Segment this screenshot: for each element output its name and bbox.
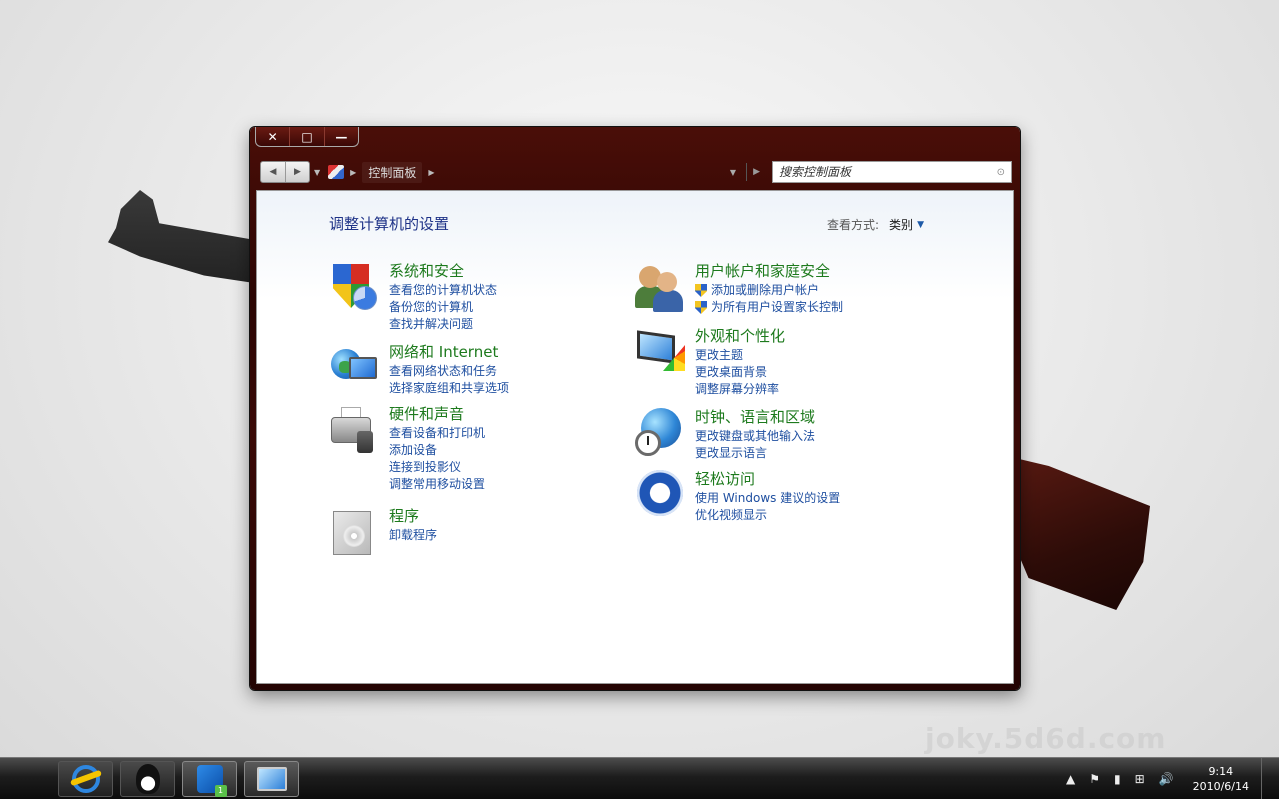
category-title[interactable]: 程序 — [389, 507, 437, 526]
category-link[interactable]: 更改桌面背景 — [695, 364, 785, 381]
search-icon[interactable]: ⊙ — [997, 167, 1005, 178]
security-shield-icon[interactable] — [329, 262, 381, 314]
category-clock-language: 时钟、语言和区域 更改键盘或其他输入法 更改显示语言 — [635, 408, 815, 462]
messenger-icon: 1 — [196, 765, 227, 797]
control-panel-icon — [328, 165, 345, 179]
ease-of-access-icon[interactable] — [635, 470, 687, 522]
category-link-admin[interactable]: 添加或删除用户帐户 — [695, 282, 843, 299]
category-appearance: 外观和个性化 更改主题 更改桌面背景 调整屏幕分辨率 — [635, 327, 785, 398]
category-hardware-sound: 硬件和声音 查看设备和打印机 添加设备 连接到投影仪 调整常用移动设置 — [329, 405, 485, 493]
category-link[interactable]: 查找并解决问题 — [389, 316, 497, 333]
category-title[interactable]: 外观和个性化 — [695, 327, 785, 346]
category-link[interactable]: 备份您的计算机 — [389, 299, 497, 316]
maximize-button[interactable]: □ — [289, 127, 323, 146]
forward-button[interactable]: ▶ — [285, 162, 309, 182]
category-link-admin[interactable]: 为所有用户设置家长控制 — [695, 299, 843, 316]
show-hidden-icons-icon[interactable]: ▲ — [1066, 772, 1075, 786]
category-programs: 程序 卸载程序 — [329, 507, 437, 559]
watermark-text: joky.5d6d.com — [925, 722, 1167, 755]
users-icon[interactable] — [635, 262, 687, 314]
action-center-flag-icon[interactable]: ⚑ — [1089, 772, 1100, 786]
view-by-label: 查看方式: — [827, 218, 880, 232]
recent-pages-dropdown[interactable]: ▼ — [314, 168, 320, 177]
system-tray: ▲ ⚑ ▮ ⊞ 🔊 9:14 2010/6/14 — [1059, 758, 1269, 799]
category-title[interactable]: 时钟、语言和区域 — [695, 408, 815, 427]
network-icon[interactable]: ⊞ — [1135, 772, 1145, 786]
category-link[interactable]: 使用 Windows 建议的设置 — [695, 490, 840, 507]
category-link[interactable]: 查看设备和打印机 — [389, 425, 485, 442]
category-link[interactable]: 查看您的计算机状态 — [389, 282, 497, 299]
chevron-down-icon[interactable]: ▼ — [917, 220, 924, 230]
category-user-accounts: 用户帐户和家庭安全 添加或删除用户帐户 为所有用户设置家长控制 — [635, 262, 843, 316]
wallpaper-rifle-stock — [1015, 458, 1150, 610]
wallpaper-rifle-barrel — [108, 190, 268, 285]
internet-explorer-icon — [71, 765, 100, 793]
show-desktop-button[interactable] — [1261, 758, 1269, 799]
taskbar-control-panel[interactable] — [244, 761, 299, 797]
link-text: 添加或删除用户帐户 — [711, 283, 820, 297]
category-title[interactable]: 用户帐户和家庭安全 — [695, 262, 843, 281]
category-link[interactable]: 连接到投影仪 — [389, 459, 485, 476]
chevron-right-icon[interactable]: ▶ — [350, 168, 356, 177]
category-system-security: 系统和安全 查看您的计算机状态 备份您的计算机 查找并解决问题 — [329, 262, 497, 333]
search-box[interactable]: ⊙ — [772, 161, 1012, 183]
address-dropdown-icon[interactable]: ▼ — [730, 168, 736, 177]
page-title: 调整计算机的设置 — [329, 215, 450, 233]
taskbar-feiq[interactable]: 1 — [182, 761, 237, 797]
search-input[interactable] — [779, 165, 997, 179]
programs-disc-icon[interactable] — [329, 507, 381, 559]
go-arrow-icon[interactable]: ▶ — [753, 167, 760, 177]
back-button[interactable]: ◀ — [261, 162, 285, 182]
taskbar-ie[interactable] — [58, 761, 113, 797]
link-text: 为所有用户设置家长控制 — [711, 300, 844, 314]
address-bar-row: ◀ ▶ ▼ ▶ 控制面板 ▶ ▼ ▶ ⊙ — [260, 160, 1012, 184]
category-title[interactable]: 网络和 Internet — [389, 343, 509, 362]
category-title[interactable]: 硬件和声音 — [389, 405, 485, 424]
category-link[interactable]: 更改主题 — [695, 347, 785, 364]
uac-shield-icon — [695, 301, 707, 314]
nav-buttons: ◀ ▶ — [260, 161, 310, 183]
control-panel-icon — [256, 767, 287, 791]
category-link[interactable]: 选择家庭组和共享选项 — [389, 380, 509, 397]
taskbar: 1 ▲ ⚑ ▮ ⊞ 🔊 9:14 2010/6/14 — [0, 757, 1279, 799]
category-link[interactable]: 更改键盘或其他输入法 — [695, 428, 815, 445]
chevron-right-icon[interactable]: ▶ — [428, 168, 434, 177]
window-count-badge: 1 — [214, 785, 227, 797]
qq-penguin-icon — [135, 764, 160, 794]
content-pane: 调整计算机的设置 查看方式: 类别 ▼ 系统和安全 查看您的计算机状态 备份您的… — [256, 190, 1014, 684]
start-button[interactable] — [10, 766, 40, 792]
view-by: 查看方式: 类别 ▼ — [827, 216, 924, 233]
category-title[interactable]: 系统和安全 — [389, 262, 497, 281]
volume-icon[interactable]: 🔊 — [1159, 772, 1174, 786]
battery-icon[interactable]: ▮ — [1114, 772, 1121, 786]
clock-time: 9:14 — [1208, 765, 1234, 778]
category-link[interactable]: 查看网络状态和任务 — [389, 363, 509, 380]
category-link[interactable]: 添加设备 — [389, 442, 485, 459]
view-by-dropdown[interactable]: 类别 — [889, 216, 913, 233]
clock-date: 2010/6/14 — [1192, 780, 1249, 793]
caption-buttons: ✕ □ — — [255, 127, 359, 147]
category-ease-of-access: 轻松访问 使用 Windows 建议的设置 优化视频显示 — [635, 470, 840, 524]
minimize-button[interactable]: — — [323, 127, 358, 146]
category-network-internet: 网络和 Internet 查看网络状态和任务 选择家庭组和共享选项 — [329, 343, 509, 397]
taskbar-qq[interactable] — [120, 761, 175, 797]
category-link[interactable]: 调整常用移动设置 — [389, 476, 485, 493]
network-globe-icon[interactable] — [329, 343, 381, 395]
category-link[interactable]: 调整屏幕分辨率 — [695, 381, 785, 398]
close-button[interactable]: ✕ — [256, 127, 289, 146]
category-link[interactable]: 优化视频显示 — [695, 507, 840, 524]
monitor-palette-icon[interactable] — [635, 327, 687, 379]
category-link[interactable]: 卸载程序 — [389, 527, 437, 544]
clock[interactable]: 9:14 2010/6/14 — [1193, 764, 1249, 794]
category-link[interactable]: 更改显示语言 — [695, 445, 815, 462]
control-panel-window: ✕ □ — ◀ ▶ ▼ ▶ 控制面板 ▶ ▼ ▶ ⊙ 调整计算机的设置 查看方式… — [250, 127, 1020, 690]
category-title[interactable]: 轻松访问 — [695, 470, 840, 489]
printer-speaker-icon[interactable] — [329, 405, 381, 457]
breadcrumb-control-panel[interactable]: 控制面板 — [362, 161, 423, 183]
uac-shield-icon — [695, 284, 707, 297]
globe-clock-icon[interactable] — [635, 408, 687, 460]
